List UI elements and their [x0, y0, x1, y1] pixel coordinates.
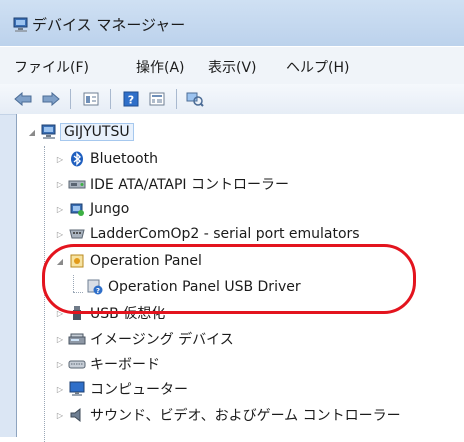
tree-item-imaging-devices[interactable]: ▷ イメージング デバイス: [55, 327, 234, 351]
toolbar-separator: [70, 89, 71, 109]
window-title: デバイス マネージャー: [32, 16, 186, 34]
collapse-triangle-icon[interactable]: ◢: [27, 127, 37, 137]
tree-item-label: LadderComOp2 - serial port emulators: [90, 226, 360, 242]
scanner-icon: [68, 331, 86, 347]
help-icon[interactable]: ?: [120, 88, 142, 110]
tree-item-sound-video-game[interactable]: ▷ サウンド、ビデオ、およびゲーム コントローラー: [55, 403, 401, 427]
expand-triangle-icon[interactable]: ▷: [55, 154, 65, 164]
tree-item-ide-ata[interactable]: ▷ IDE ATA/ATAPI コントローラー: [55, 172, 289, 196]
title-bar: デバイス マネージャー: [0, 0, 464, 46]
tree-root-row[interactable]: ◢ GIJYUTSU: [27, 120, 134, 144]
menu-view[interactable]: 表示(V): [208, 57, 257, 77]
menu-help[interactable]: ヘルプ(H): [286, 57, 349, 77]
expand-triangle-icon[interactable]: ▷: [55, 204, 65, 214]
tree-item-label: コンピューター: [90, 382, 188, 398]
computer-icon: [40, 124, 58, 140]
keyboard-icon: [68, 356, 86, 372]
expand-triangle-icon[interactable]: ▷: [55, 179, 65, 189]
toolbar-separator: [176, 89, 177, 109]
disk-controller-icon: [68, 176, 86, 192]
tree-item-label: キーボード: [90, 357, 160, 373]
expand-triangle-icon[interactable]: ▷: [55, 229, 65, 239]
properties-icon[interactable]: [80, 88, 102, 110]
tree-item-label: IDE ATA/ATAPI コントローラー: [90, 177, 290, 193]
monitor-icon: [68, 381, 86, 397]
forward-arrow-icon[interactable]: [40, 88, 62, 110]
tree-item-label: Bluetooth: [90, 151, 158, 167]
device-manager-window: デバイス マネージャー ファイル(F) 操作(A) 表示(V) ヘルプ(H) ?: [0, 0, 464, 442]
port-icon: [68, 226, 86, 242]
device-view-icon[interactable]: [146, 88, 168, 110]
tree-item-jungo[interactable]: ▷ Jungo: [55, 197, 129, 221]
toolbar: ?: [0, 84, 464, 115]
driver-icon: [68, 201, 86, 217]
tree-item-laddercomop2[interactable]: ▷ LadderComOp2 - serial port emulators: [55, 222, 360, 246]
expand-triangle-icon[interactable]: ▷: [55, 334, 65, 344]
back-arrow-icon[interactable]: [12, 88, 34, 110]
tree-item-label: Jungo: [90, 201, 130, 217]
tree-item-label: イメージング デバイス: [90, 332, 234, 348]
toolbar-separator: [110, 89, 111, 109]
menu-file[interactable]: ファイル(F): [14, 57, 89, 77]
svg-text:?: ?: [128, 94, 134, 107]
expand-triangle-icon[interactable]: ▷: [55, 384, 65, 394]
red-highlight-ellipse: [42, 244, 416, 314]
scan-hardware-icon[interactable]: [184, 88, 206, 110]
speaker-icon: [68, 407, 86, 423]
menu-action[interactable]: 操作(A): [136, 57, 185, 77]
device-manager-icon: [12, 17, 30, 33]
tree-item-keyboard[interactable]: ▷ キーボード: [55, 352, 160, 376]
expand-triangle-icon[interactable]: ▷: [55, 359, 65, 369]
expand-triangle-icon[interactable]: ▷: [55, 410, 65, 420]
menu-bar: ファイル(F) 操作(A) 表示(V) ヘルプ(H): [0, 46, 464, 85]
tree-item-label: サウンド、ビデオ、およびゲーム コントローラー: [90, 408, 401, 424]
tree-item-bluetooth[interactable]: ▷ Bluetooth: [55, 147, 158, 171]
bluetooth-icon: [68, 151, 86, 167]
tree-item-computer[interactable]: ▷ コンピューター: [55, 377, 188, 401]
tree-root-label: GIJYUTSU: [60, 123, 134, 141]
